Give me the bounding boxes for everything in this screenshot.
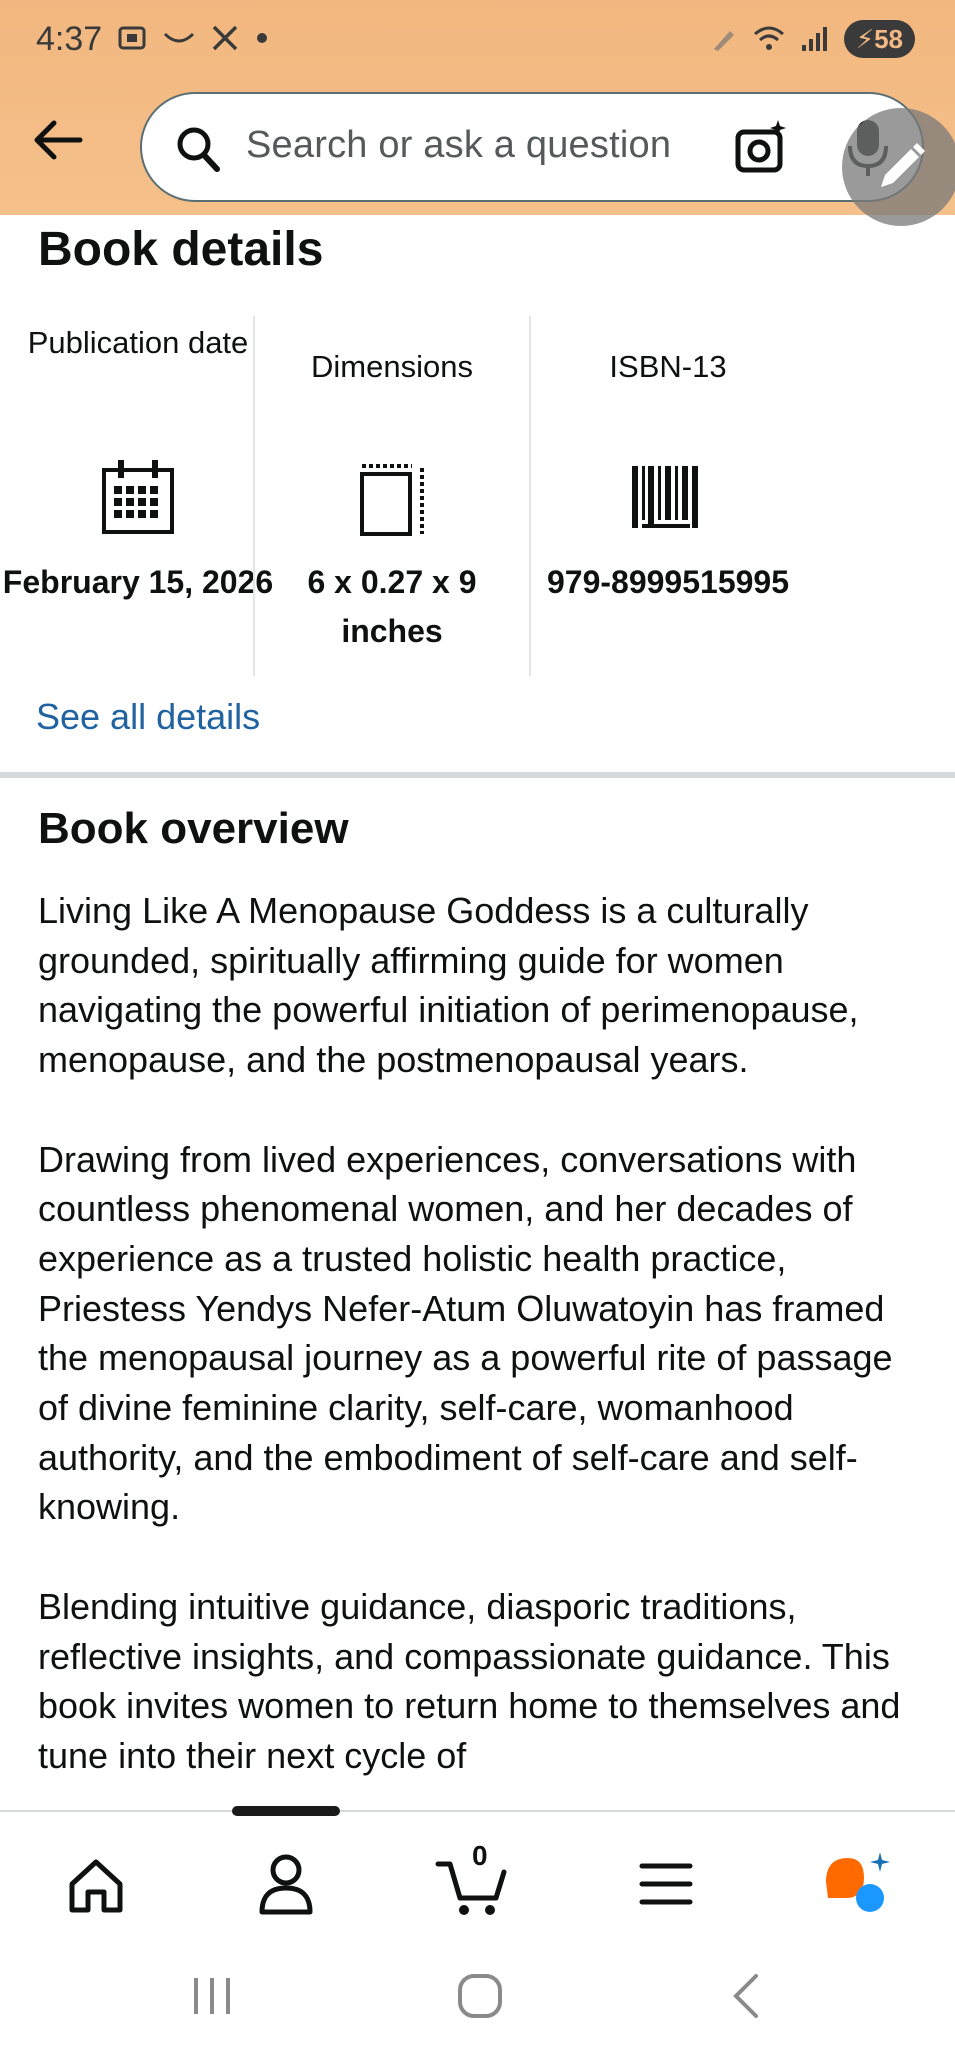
wifi-icon (753, 26, 784, 50)
battery-indicator: ⚡ 58 (843, 20, 915, 58)
see-all-details-link[interactable]: See all details (36, 696, 260, 738)
barcode-icon (632, 466, 698, 528)
home-icon[interactable] (56, 1848, 136, 1918)
floating-edit-button[interactable] (842, 108, 955, 226)
dimensions-column: Dimensions 6 x 0.27 x 9 inches (254, 318, 530, 678)
back-arrow-icon[interactable] (28, 115, 88, 165)
smile-icon (163, 32, 195, 43)
search-bar[interactable]: Search or ask a question (140, 92, 924, 202)
app-header: 4:37 ⚡ 58 Search or ask a question (0, 0, 955, 215)
overview-paragraph: Drawing from lived experiences, conversa… (38, 1138, 893, 1528)
dimensions-label: Dimensions (311, 349, 473, 384)
cart-button[interactable]: 0 (434, 1840, 514, 1918)
status-time: 4:37 (36, 20, 103, 58)
account-icon[interactable] (246, 1848, 326, 1918)
search-input[interactable]: Search or ask a question (246, 124, 671, 167)
camera-lens-icon[interactable] (734, 118, 790, 176)
publication-date-column: Publication date February 15, 2026 (0, 318, 276, 678)
calendar-icon (102, 460, 174, 534)
status-bar: 4:37 ⚡ 58 (0, 0, 955, 82)
charging-icon: ⚡ (855, 23, 875, 54)
publication-date-label: Publication date (27, 325, 249, 360)
scroll-handle (232, 1806, 340, 1816)
screenshot-icon (118, 26, 146, 50)
cart-count: 0 (472, 1840, 488, 1871)
isbn-value: 979-8999515995 (546, 564, 789, 600)
recent-apps-icon[interactable] (182, 1968, 242, 2024)
book-overview-title: Book overview (38, 804, 349, 853)
menu-icon[interactable] (628, 1848, 708, 1918)
dimensions-value: 6 x 0.27 x 9 inches (307, 564, 477, 649)
dimensions-icon (360, 464, 424, 536)
section-divider (0, 772, 955, 778)
search-icon (177, 127, 220, 172)
bottom-navigation: 0 (0, 1810, 955, 1940)
tools-icon (212, 25, 238, 51)
status-left-icons (116, 22, 270, 54)
publication-date-value: February 15, 2026 (2, 564, 274, 600)
book-details-title: Book details (38, 223, 324, 276)
pencil-icon (881, 143, 925, 187)
signal-icon (801, 27, 827, 51)
overview-paragraph: Living Like A Menopause Goddess is a cul… (38, 890, 859, 1081)
status-right-icons: ⚡ 58 (710, 20, 915, 58)
pen-status-icon (713, 31, 734, 51)
rufus-icon[interactable] (818, 1848, 898, 1918)
home-button-icon[interactable] (450, 1968, 510, 2024)
book-overview-text: Living Like A Menopause Goddess is a cul… (38, 886, 928, 1810)
isbn-column: ISBN-13 979-8999515995 (530, 318, 806, 678)
overview-paragraph: Blending intuitive guidance, diasporic t… (38, 1585, 901, 1776)
isbn-label: ISBN-13 (609, 349, 727, 384)
battery-level: 58 (874, 23, 903, 54)
dot-icon (257, 33, 267, 43)
system-back-icon[interactable] (718, 1968, 778, 2024)
system-navigation-bar (0, 1940, 955, 2048)
